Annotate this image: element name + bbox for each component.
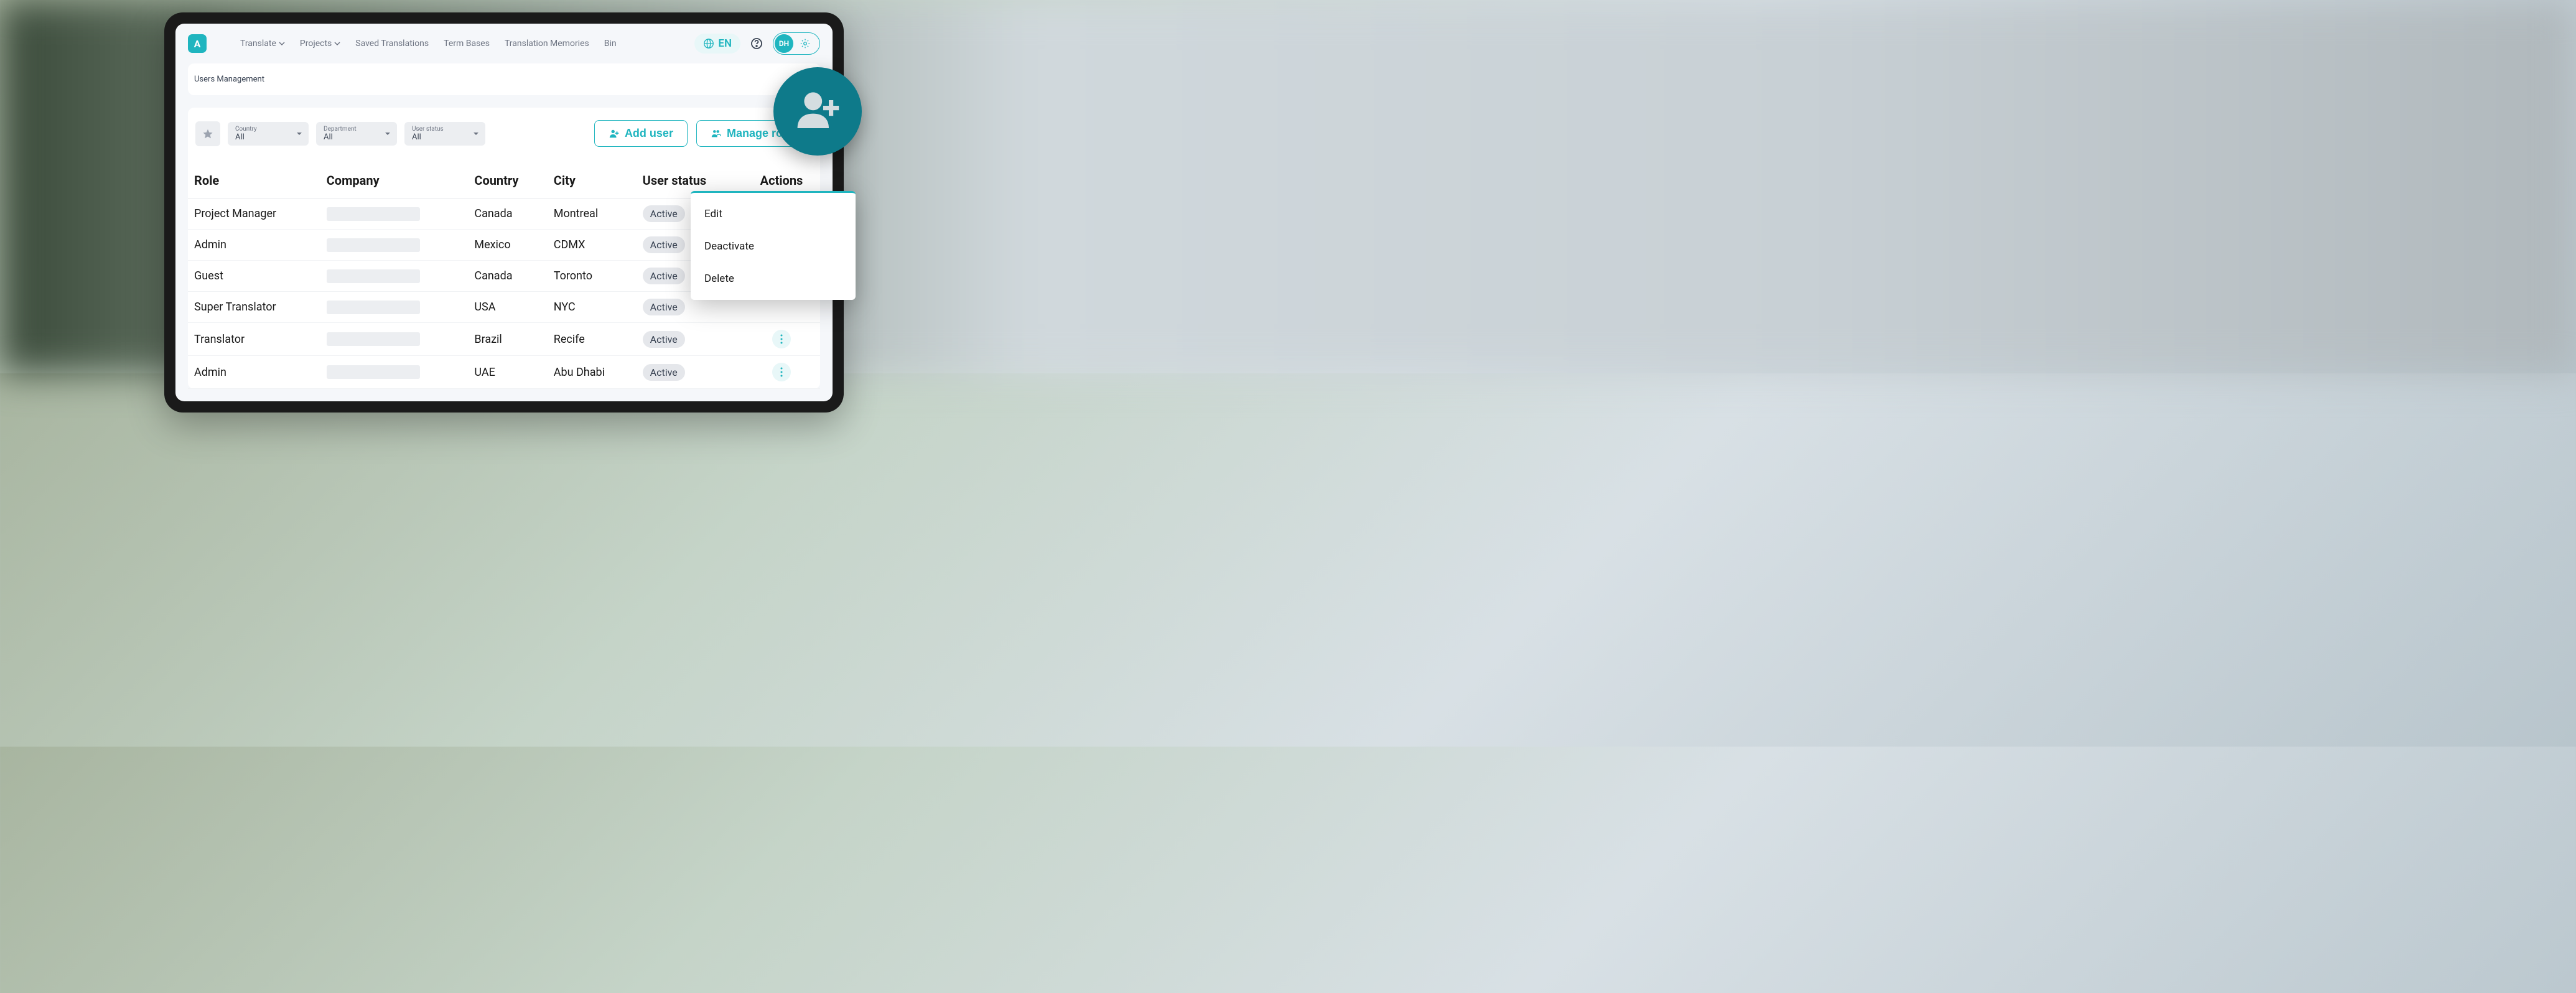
cell-city: NYC	[548, 292, 637, 323]
cell-actions	[743, 323, 820, 356]
person-add-icon	[790, 83, 846, 139]
status-badge: Active	[643, 268, 685, 284]
more-actions-button[interactable]	[772, 363, 791, 381]
logo-text: A	[194, 38, 201, 50]
status-badge: Active	[643, 205, 685, 222]
header: A Translate Projects Saved Translations …	[175, 24, 833, 63]
company-placeholder	[327, 269, 420, 283]
cell-role: Translator	[188, 323, 320, 356]
th-country[interactable]: Country	[468, 159, 547, 198]
profile-pill[interactable]: DH	[773, 32, 820, 55]
filter-department[interactable]: Department All	[316, 122, 397, 146]
cell-country: Mexico	[468, 230, 547, 261]
cell-city: Abu Dhabi	[548, 356, 637, 389]
more-actions-button[interactable]	[772, 330, 791, 348]
star-icon	[202, 128, 213, 139]
filter-country[interactable]: Country All	[228, 122, 309, 146]
header-right: EN DH	[694, 32, 820, 55]
table-row: Admin UAE Abu Dhabi Active	[188, 356, 820, 389]
chevron-down-icon	[279, 40, 285, 47]
actions-context-menu: Edit Deactivate Delete	[691, 191, 856, 300]
help-icon	[750, 37, 763, 50]
table-row: Translator Brazil Recife Active	[188, 323, 820, 356]
th-role[interactable]: Role	[188, 159, 320, 198]
page-title: Users Management	[188, 63, 820, 95]
status-badge: Active	[643, 236, 685, 253]
company-placeholder	[327, 365, 420, 379]
globe-icon	[703, 38, 714, 49]
nav-saved[interactable]: Saved Translations	[355, 39, 429, 49]
cell-role: Guest	[188, 261, 320, 292]
cell-country: Brazil	[468, 323, 547, 356]
context-edit[interactable]: Edit	[691, 198, 856, 230]
status-badge: Active	[643, 299, 685, 315]
cell-company	[320, 230, 469, 261]
dots-vertical-icon	[780, 367, 783, 377]
cell-country: Canada	[468, 198, 547, 230]
add-user-button[interactable]: Add user	[594, 120, 688, 147]
add-user-icon	[609, 128, 620, 139]
cell-company	[320, 356, 469, 389]
avatar: DH	[775, 34, 793, 53]
help-button[interactable]	[750, 37, 763, 50]
cell-status: Active	[637, 323, 743, 356]
nav-memories[interactable]: Translation Memories	[505, 39, 589, 49]
dots-vertical-icon	[780, 334, 783, 344]
cell-city: Montreal	[548, 198, 637, 230]
filter-user-status[interactable]: User status All	[404, 122, 485, 146]
chevron-down-icon	[334, 40, 340, 47]
cell-role: Admin	[188, 230, 320, 261]
th-city[interactable]: City	[548, 159, 637, 198]
cell-company	[320, 261, 469, 292]
cell-country: Canada	[468, 261, 547, 292]
company-placeholder	[327, 301, 420, 314]
cell-role: Admin	[188, 356, 320, 389]
nav-bin[interactable]: Bin	[604, 39, 617, 49]
cell-country: USA	[468, 292, 547, 323]
company-placeholder	[327, 332, 420, 346]
logo[interactable]: A	[188, 34, 207, 53]
filters-row: Country All Department All User status A…	[188, 108, 820, 159]
cell-city: Recife	[548, 323, 637, 356]
cell-company	[320, 292, 469, 323]
cell-role: Project Manager	[188, 198, 320, 230]
nav-projects[interactable]: Projects	[300, 39, 340, 49]
main-nav: Translate Projects Saved Translations Te…	[240, 39, 684, 49]
status-badge: Active	[643, 331, 685, 348]
company-placeholder	[327, 238, 420, 252]
company-placeholder	[327, 207, 420, 221]
cell-company	[320, 323, 469, 356]
language-selector[interactable]: EN	[694, 34, 740, 54]
status-badge: Active	[643, 364, 685, 381]
cell-status: Active	[637, 356, 743, 389]
favorite-filter[interactable]	[195, 121, 220, 146]
nav-translate[interactable]: Translate	[240, 39, 285, 49]
cell-company	[320, 198, 469, 230]
cell-city: CDMX	[548, 230, 637, 261]
cell-country: UAE	[468, 356, 547, 389]
caret-down-icon	[385, 131, 391, 137]
cell-actions	[743, 356, 820, 389]
floating-add-user-badge	[773, 67, 862, 156]
cell-city: Toronto	[548, 261, 637, 292]
manage-roles-icon	[711, 128, 722, 139]
gear-icon	[800, 38, 811, 49]
caret-down-icon	[296, 131, 302, 137]
context-deactivate[interactable]: Deactivate	[691, 230, 856, 263]
caret-down-icon	[473, 131, 479, 137]
cell-role: Super Translator	[188, 292, 320, 323]
context-delete[interactable]: Delete	[691, 263, 856, 295]
th-company[interactable]: Company	[320, 159, 469, 198]
nav-term-bases[interactable]: Term Bases	[444, 39, 490, 49]
